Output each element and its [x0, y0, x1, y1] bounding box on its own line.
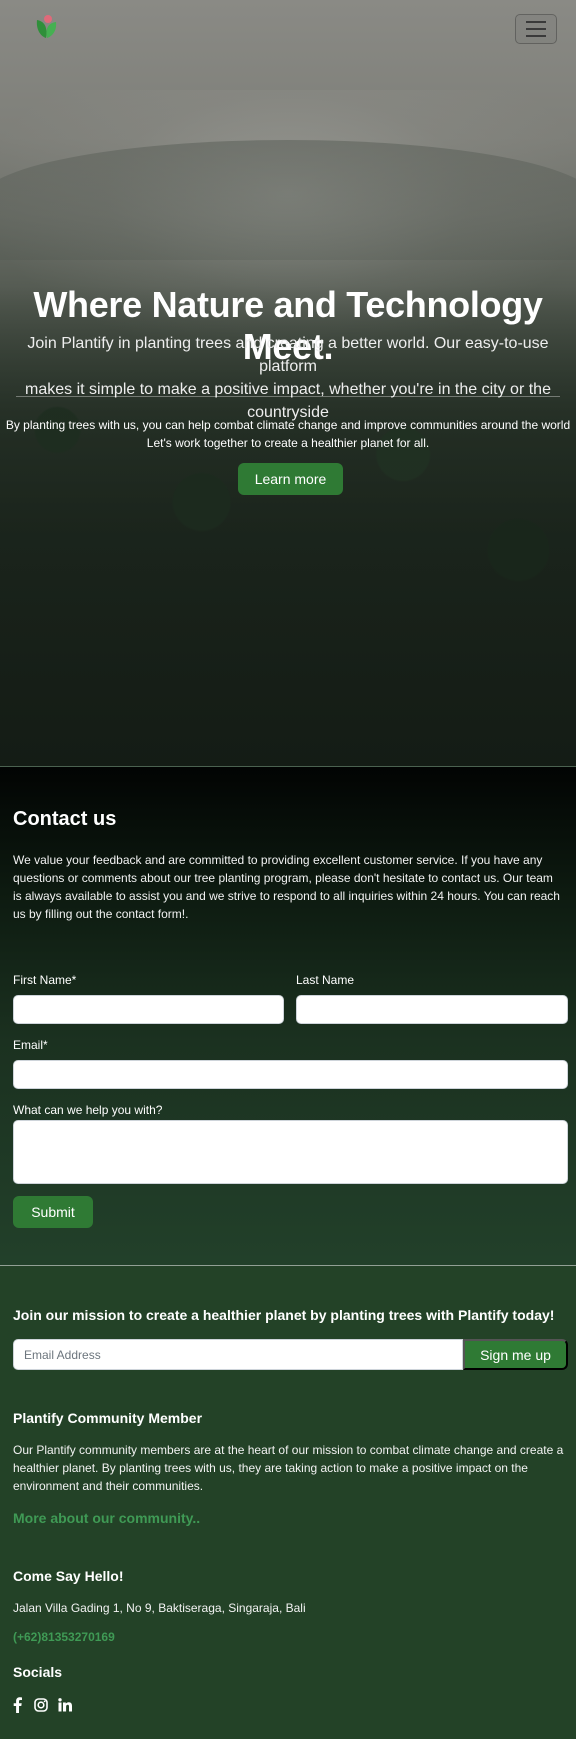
newsletter-title: Join our mission to create a healthier p… [13, 1307, 555, 1323]
hamburger-menu-icon[interactable] [515, 14, 557, 44]
email-input[interactable] [13, 1060, 568, 1089]
contact-title: Contact us [13, 808, 117, 830]
menu-bar [526, 28, 546, 30]
last-name-label: Last Name [296, 973, 355, 987]
community-heading: Plantify Community Member [13, 1410, 203, 1426]
newsletter-email-input[interactable]: Email Address [13, 1339, 463, 1370]
message-label: What can we help you with? [13, 1103, 163, 1117]
phone-link[interactable]: (+62)81353270169 [13, 1630, 115, 1644]
contact-description: We value your feedback and are committed… [13, 853, 560, 921]
linkedin-icon[interactable] [58, 1697, 72, 1713]
community-link[interactable]: More about our community.. [13, 1510, 200, 1526]
first-name-input[interactable] [13, 995, 284, 1024]
socials-heading: Socials [13, 1664, 63, 1680]
email-label: Email* [13, 1038, 48, 1052]
plantify-logo-icon[interactable] [34, 14, 60, 42]
learn-more-button[interactable]: Learn more [238, 463, 343, 495]
say-hello-heading: Come Say Hello! [13, 1568, 124, 1584]
hero-subtitle-line: Join Plantify in planting trees and crea… [27, 335, 549, 375]
last-name-input[interactable] [296, 995, 568, 1024]
hero-body-line: Let's work together to create a healthie… [146, 436, 430, 450]
hero-subtitle: Join Plantify in planting trees and crea… [0, 332, 576, 424]
menu-bar [526, 35, 546, 37]
address-text: Jalan Villa Gading 1, No 9, Baktiseraga,… [13, 1601, 306, 1615]
menu-bar [526, 21, 546, 23]
community-text: Our Plantify community members are at th… [13, 1443, 564, 1493]
submit-button[interactable]: Submit [13, 1196, 93, 1228]
hero-mountain-ridge [0, 140, 576, 260]
sign-me-up-button[interactable]: Sign me up [463, 1339, 568, 1370]
hero-text-divider [16, 396, 560, 397]
facebook-icon[interactable] [13, 1697, 22, 1713]
first-name-label: First Name* [13, 973, 77, 987]
instagram-icon[interactable] [34, 1697, 48, 1713]
footer [0, 1266, 576, 1739]
hero-body-line: By planting trees with us, you can help … [5, 418, 571, 432]
message-textarea[interactable] [13, 1120, 568, 1184]
hero-body-text: By planting trees with us, you can help … [0, 416, 576, 452]
